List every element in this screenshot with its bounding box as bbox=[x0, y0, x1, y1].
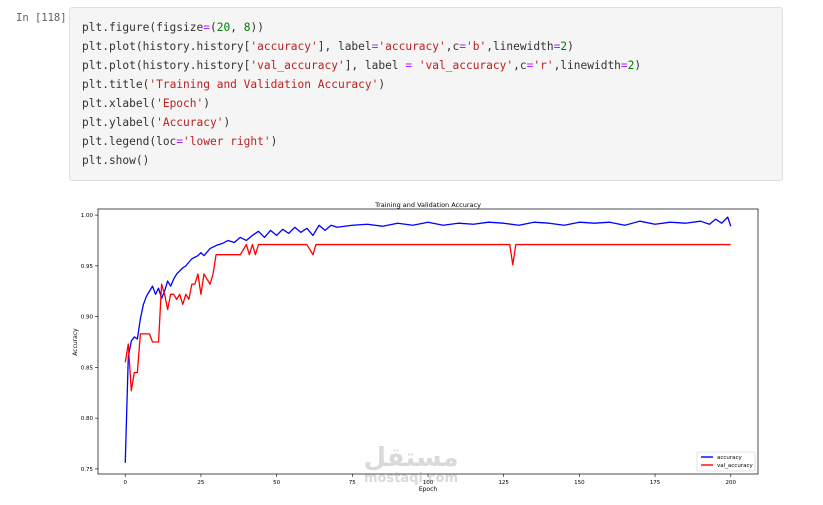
y-tick-label: 0.75 bbox=[81, 467, 94, 473]
code-token: ], label bbox=[344, 59, 406, 72]
code-token: ,linewidth bbox=[486, 40, 554, 53]
cell-output: Training and Validation Accuracy Epoch A… bbox=[70, 196, 770, 496]
code-token: plt.plot(history.history[ bbox=[82, 59, 251, 72]
code-token: ) bbox=[270, 135, 278, 148]
code-line: plt.xlabel('Epoch') bbox=[82, 94, 641, 113]
code-token: plt.legend(loc bbox=[82, 135, 177, 148]
legend-label-accuracy: accuracy bbox=[717, 455, 743, 461]
code-token: 'Accuracy' bbox=[156, 116, 224, 129]
code-token: = bbox=[620, 59, 628, 72]
code-token: ,linewidth bbox=[553, 59, 621, 72]
code-token: ,c bbox=[513, 59, 527, 72]
legend-label-val-accuracy: val_accuracy bbox=[717, 463, 753, 469]
code-editor[interactable]: plt.figure(figsize=(20, 8)) plt.plot(hist… bbox=[82, 18, 641, 170]
code-token: 'accuracy' bbox=[250, 40, 318, 53]
code-cell[interactable]: plt.figure(figsize=(20, 8)) plt.plot(hist… bbox=[69, 7, 783, 181]
x-tick-label: 125 bbox=[498, 480, 509, 486]
y-tick-label: 1.00 bbox=[81, 213, 94, 219]
y-tick-label: 0.90 bbox=[81, 315, 94, 321]
y-tick-label: 0.95 bbox=[81, 264, 94, 270]
code-token: plt.title( bbox=[82, 78, 150, 91]
y-tick-label: 0.80 bbox=[81, 416, 94, 422]
code-token: )) bbox=[250, 21, 264, 34]
plot-area bbox=[97, 208, 759, 475]
y-axis-label: Accuracy bbox=[72, 328, 79, 356]
code-line: plt.plot(history.history['accuracy'], la… bbox=[82, 37, 641, 56]
code-token: 'Epoch' bbox=[156, 97, 204, 110]
code-token: 'val_accuracy' bbox=[418, 59, 514, 72]
code-token: ( bbox=[210, 21, 217, 34]
code-token: 'lower right' bbox=[183, 135, 271, 148]
code-token: ,c bbox=[445, 40, 460, 53]
code-token: 20 bbox=[216, 21, 231, 34]
x-tick-label: 100 bbox=[423, 480, 434, 486]
code-token: 'b' bbox=[465, 40, 487, 53]
y-tick-label: 0.85 bbox=[81, 365, 94, 371]
code-token: ) bbox=[378, 78, 386, 91]
code-token: 'accuracy' bbox=[378, 40, 446, 53]
code-token: plt.plot(history.history[ bbox=[82, 40, 251, 53]
code-token: ) bbox=[223, 116, 231, 129]
code-token: plt.figure(figsize bbox=[82, 21, 204, 34]
x-tick-label: 150 bbox=[574, 480, 585, 486]
code-line: plt.legend(loc='lower right') bbox=[82, 132, 641, 151]
code-line: plt.figure(figsize=(20, 8)) bbox=[82, 18, 641, 37]
x-tick-label: 75 bbox=[349, 480, 356, 486]
code-line: plt.ylabel('Accuracy') bbox=[82, 113, 641, 132]
accuracy-chart: Training and Validation Accuracy Epoch A… bbox=[72, 201, 759, 493]
cell-prompt: In [118]: bbox=[16, 12, 73, 24]
code-token: plt.ylabel( bbox=[82, 116, 157, 129]
x-tick-label: 0 bbox=[123, 480, 127, 486]
code-token: 'Training and Validation Accuracy' bbox=[149, 78, 379, 91]
code-token: , bbox=[230, 21, 244, 34]
code-token: 'r' bbox=[533, 59, 554, 72]
code-token: 'val_accuracy' bbox=[250, 59, 345, 72]
legend: accuracy val_accuracy bbox=[696, 451, 756, 472]
code-line: plt.plot(history.history['val_accuracy']… bbox=[82, 56, 641, 75]
x-tick-label: 25 bbox=[197, 480, 204, 486]
code-line: plt.title('Training and Validation Accur… bbox=[82, 75, 641, 94]
x-tick-label: 200 bbox=[726, 480, 737, 486]
chart-title: Training and Validation Accuracy bbox=[374, 201, 481, 209]
code-token: plt.xlabel( bbox=[82, 97, 157, 110]
code-token: ) bbox=[203, 97, 210, 110]
code-line: plt.show() bbox=[82, 151, 641, 170]
x-tick-label: 175 bbox=[650, 480, 661, 486]
x-tick-label: 50 bbox=[273, 480, 280, 486]
code-token: ], label bbox=[317, 40, 372, 53]
code-token: = bbox=[203, 21, 210, 34]
code-token: = bbox=[459, 40, 466, 53]
x-axis-label: Epoch bbox=[419, 486, 438, 493]
code-token: ) bbox=[567, 40, 574, 53]
code-token: ) bbox=[634, 59, 642, 72]
code-token: plt.show() bbox=[82, 154, 150, 167]
